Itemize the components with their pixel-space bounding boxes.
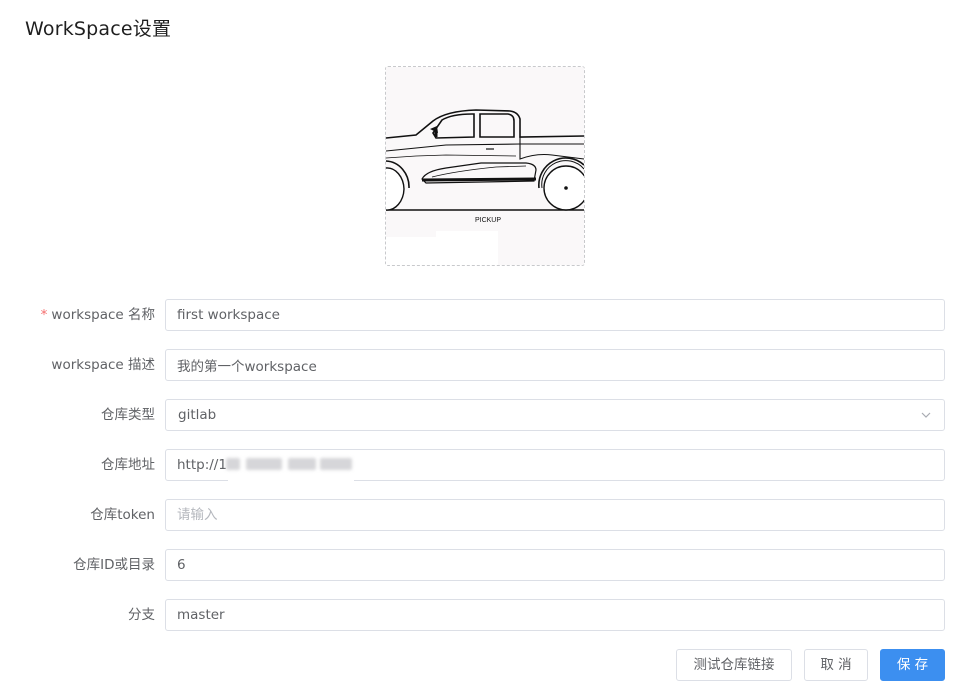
form-row-repo-type: 仓库类型 gitlab [0,399,969,431]
repo-token-input[interactable] [165,499,945,531]
truck-caption: PICKUP [475,217,501,224]
page-title: WorkSpace设置 [25,18,172,40]
repo-url-input[interactable] [165,449,945,481]
workspace-name-input[interactable] [165,299,945,331]
workspace-description-input[interactable] [165,349,945,381]
description-label: workspace 描述 [51,357,155,373]
repo-id-input[interactable] [165,549,945,581]
form-row-repo-url: 仓库地址 [0,449,969,481]
cancel-button[interactable]: 取 消 [804,649,868,681]
branch-input[interactable] [165,599,945,631]
name-label-text: workspace 名称 [51,307,155,323]
form-row-repo-id: 仓库ID或目录 [0,549,969,581]
test-connection-button[interactable]: 测试仓库链接 [676,649,792,681]
redacted-url-blur [288,458,316,470]
save-button[interactable]: 保 存 [880,649,945,681]
form-row-description: workspace 描述 [0,349,969,381]
name-label: * workspace 名称 [41,299,155,331]
redacted-url-blur [226,458,240,470]
repo-token-label: 仓库token [90,507,155,523]
redacted-url-blur [320,458,352,470]
required-asterisk: * [40,307,48,323]
repo-type-value: gitlab [178,407,217,423]
form-row-repo-token: 仓库token [0,499,969,531]
form-row-branch: 分支 [0,599,969,631]
chevron-down-icon [921,412,931,418]
pickup-truck-image: PICKUP [386,67,584,265]
redacted-url-blur [246,458,282,470]
avatar-uploader[interactable]: PICKUP [385,66,585,266]
repo-type-select[interactable]: gitlab [165,399,945,431]
repo-type-label: 仓库类型 [101,407,155,423]
form-row-name: * workspace 名称 [0,299,969,331]
branch-label: 分支 [128,607,155,623]
repo-id-label: 仓库ID或目录 [73,557,155,573]
repo-url-label: 仓库地址 [101,457,155,473]
